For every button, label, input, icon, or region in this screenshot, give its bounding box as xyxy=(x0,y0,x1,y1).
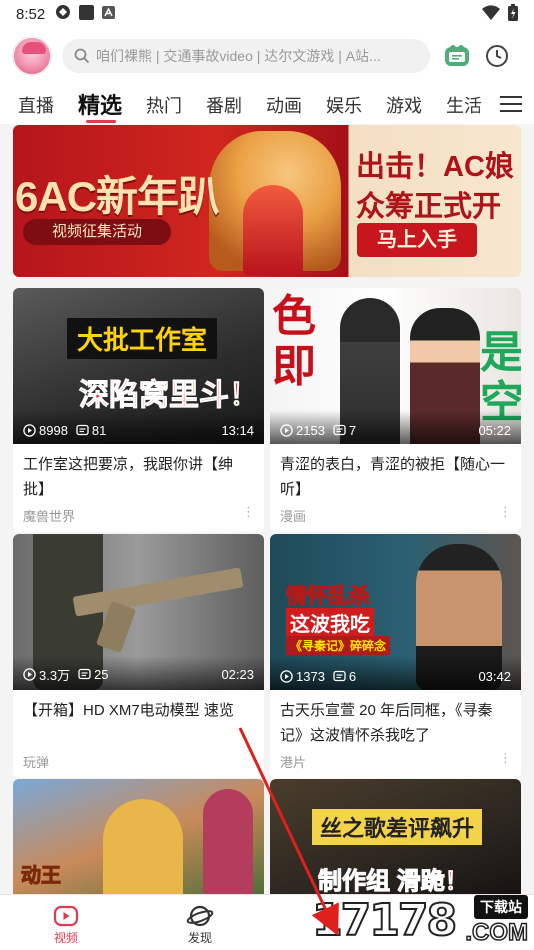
video-card[interactable]: 色即 是空 2153 7 05:22 青涩的表白，青涩的被拒【随心一听】 漫画 … xyxy=(270,288,521,532)
video-tab-icon xyxy=(36,903,96,929)
video-channel[interactable]: 魔兽世界 xyxy=(23,509,75,524)
video-channel[interactable]: 玩弹 xyxy=(23,755,49,770)
nav-discover[interactable]: 发现 xyxy=(170,903,230,946)
more-options-icon[interactable]: ⋮ xyxy=(499,750,512,766)
tab-entertainment[interactable]: 娱乐 xyxy=(326,94,362,118)
video-card[interactable]: 动王 xyxy=(13,779,264,899)
planet-icon xyxy=(170,903,230,929)
banner-subtitle: 视频征集活动 xyxy=(23,219,171,245)
video-stats: 3.3万 25 02:23 xyxy=(23,665,254,684)
play-count: 2153 xyxy=(296,423,325,438)
video-card[interactable]: 大批工作室 深陷窝里斗！ 8998 81 13:14 工作室这把要凉，我跟你讲【… xyxy=(13,288,264,532)
video-title[interactable]: 古天乐宣萱 20 年后同框，《寻秦记》这波情怀杀我吃了 xyxy=(270,690,521,748)
video-card[interactable]: 丝之歌差评飙升 制作组 滑跪！ xyxy=(270,779,521,899)
video-stats: 8998 81 13:14 xyxy=(23,423,254,438)
thumbnail-caption: 色即 xyxy=(272,292,316,391)
wifi-icon xyxy=(482,4,500,24)
thumbnail-caption: 大批工作室 xyxy=(67,318,218,359)
video-duration: 03:42 xyxy=(478,669,511,684)
video-duration: 13:14 xyxy=(221,423,254,438)
status-time: 8:52 xyxy=(16,5,46,23)
category-tabs: 直播 精选 热门 番剧 动画 娱乐 游戏 生活 xyxy=(0,84,534,124)
thumbnail-caption: 动王 xyxy=(21,865,62,888)
comment-count: 25 xyxy=(94,667,109,682)
video-card[interactable]: 3.3万 25 02:23 【开箱】HD XM7电动模型 速览 玩弹 xyxy=(13,534,264,778)
comment-count-icon xyxy=(333,424,346,437)
video-duration: 02:23 xyxy=(221,667,254,682)
video-title[interactable]: 青涩的表白，青涩的被拒【随心一听】 xyxy=(270,444,521,502)
play-count: 8998 xyxy=(39,423,68,438)
history-clock-icon[interactable] xyxy=(484,43,510,69)
watermark-badge: 下载站 xyxy=(474,895,528,919)
nav-discover-label: 发现 xyxy=(187,931,212,945)
play-count-icon xyxy=(280,670,293,683)
video-thumbnail: 丝之歌差评飙升 制作组 滑跪！ xyxy=(270,779,521,899)
video-thumbnail: 色即 是空 2153 7 05:22 xyxy=(270,288,521,444)
video-duration: 05:22 xyxy=(478,423,511,438)
play-count-icon xyxy=(23,424,36,437)
comment-count: 7 xyxy=(348,423,357,438)
comment-count-icon xyxy=(333,670,346,683)
thumbnail-caption: 《寻秦记》碎碎念 xyxy=(286,636,391,655)
thumbnail-caption: 深陷窝里斗！ xyxy=(79,379,260,413)
search-placeholder: 咱们裸熊 | 交通事故video | 达尔文游戏 | A站... xyxy=(96,48,381,64)
promo-banner[interactable]: 6AC新年趴 视频征集活动 出击！AC娘 众筹正式开 马上入手 xyxy=(13,125,521,277)
banner-title: 6AC新年趴 xyxy=(15,173,220,220)
video-channel[interactable]: 港片 xyxy=(280,755,306,770)
video-title[interactable]: 【开箱】HD XM7电动模型 速览 xyxy=(13,690,264,748)
video-stats: 1373 6 03:42 xyxy=(280,669,511,684)
comment-count: 81 xyxy=(91,423,107,438)
play-count-icon xyxy=(23,668,36,681)
battery-icon xyxy=(508,3,518,25)
video-title[interactable]: 工作室这把要凉，我跟你讲【绅批】 xyxy=(13,444,264,502)
video-channel[interactable]: 漫画 xyxy=(280,509,306,524)
thumbnail-caption: 制作组 滑跪！ xyxy=(318,868,470,896)
banner-right-line1: 出击！AC娘 xyxy=(356,151,514,183)
app-screen: 8:52 咱们裸熊 | 交通事故video | 达尔文游戏 | A站... 直播… xyxy=(0,0,534,950)
comment-count-icon xyxy=(76,424,89,437)
play-count-icon xyxy=(280,424,293,437)
square-notification-icon xyxy=(79,4,95,24)
video-card[interactable]: 情怀乱杀 这波我吃 《寻秦记》碎碎念 1373 6 03:42 古天乐宣萱 20… xyxy=(270,534,521,778)
video-thumbnail: 情怀乱杀 这波我吃 《寻秦记》碎碎念 1373 6 03:42 xyxy=(270,534,521,690)
thumbnail-caption: 这波我吃 xyxy=(286,608,374,637)
tab-featured[interactable]: 精选 xyxy=(78,94,122,123)
tab-hot[interactable]: 热门 xyxy=(146,94,182,118)
thumbnail-caption: 情怀乱杀 xyxy=(286,585,371,609)
comment-count-icon xyxy=(78,668,91,681)
user-avatar[interactable] xyxy=(12,36,52,76)
play-count: 1373 xyxy=(296,669,325,684)
app-a-notification-icon xyxy=(102,5,116,23)
video-thumbnail: 3.3万 25 02:23 xyxy=(13,534,264,690)
watermark-suffix: .COM xyxy=(465,918,529,947)
banner-character-illustration xyxy=(243,185,303,275)
tab-live[interactable]: 直播 xyxy=(18,94,54,118)
search-bar[interactable]: 咱们裸熊 | 交通事故video | 达尔文游戏 | A站... xyxy=(62,39,430,73)
watermark-digits: 17178 xyxy=(311,894,458,947)
banner-right-line2: 众筹正式开 xyxy=(356,191,502,223)
top-bar: 咱们裸熊 | 交通事故video | 达尔文游戏 | A站... xyxy=(0,28,534,84)
shield-notification-icon xyxy=(55,4,71,24)
tab-life[interactable]: 生活 xyxy=(446,94,482,118)
nav-video[interactable]: 视频 xyxy=(36,903,96,946)
menu-icon[interactable] xyxy=(500,92,522,116)
tab-bangumi[interactable]: 番剧 xyxy=(206,94,242,118)
search-icon xyxy=(74,48,90,64)
banner-buy-button[interactable]: 马上入手 xyxy=(357,223,477,257)
more-options-icon[interactable]: ⋮ xyxy=(242,504,255,520)
comment-count: 6 xyxy=(348,669,357,684)
game-center-icon[interactable] xyxy=(444,43,470,69)
video-thumbnail: 动王 xyxy=(13,779,264,899)
thumbnail-caption: 丝之歌差评飙升 xyxy=(312,809,483,845)
status-bar: 8:52 xyxy=(0,0,534,28)
play-count: 3.3万 xyxy=(39,668,71,683)
tab-animation[interactable]: 动画 xyxy=(266,94,302,118)
video-stats: 2153 7 05:22 xyxy=(280,423,511,438)
more-options-icon[interactable]: ⋮ xyxy=(499,504,512,520)
site-watermark: 17178 下载站 .COM xyxy=(311,893,534,950)
nav-video-label: 视频 xyxy=(53,931,78,945)
video-thumbnail: 大批工作室 深陷窝里斗！ 8998 81 13:14 xyxy=(13,288,264,444)
tab-games[interactable]: 游戏 xyxy=(386,94,422,118)
